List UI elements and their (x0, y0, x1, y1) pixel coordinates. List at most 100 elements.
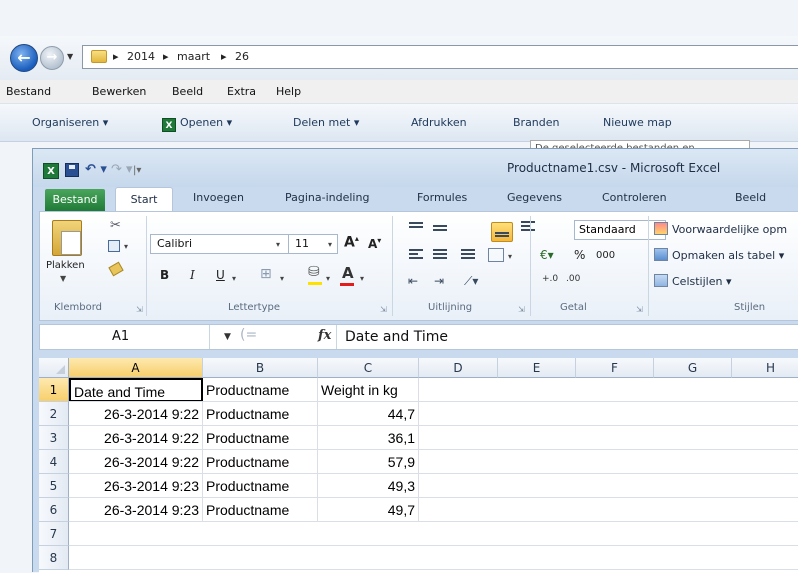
row-header-1[interactable]: 1 (39, 378, 69, 402)
select-all-button[interactable] (39, 358, 69, 378)
excel-app-icon[interactable]: X (43, 163, 59, 179)
column-header-g[interactable]: G (654, 358, 732, 378)
cell-c6[interactable]: 49,7 (318, 498, 419, 522)
tab-invoegen[interactable]: Invoegen (193, 191, 244, 204)
number-format-select[interactable]: Standaard (574, 220, 666, 240)
open-button[interactable]: X Openen ▾ (162, 116, 232, 132)
menu-help[interactable]: Help (276, 85, 301, 98)
recent-pages-dropdown-icon[interactable]: ▼ (67, 52, 73, 61)
align-right-icon[interactable] (460, 248, 476, 262)
row-header-7[interactable]: 7 (39, 522, 69, 546)
tab-start[interactable]: Start (115, 187, 173, 212)
percent-button[interactable]: % (574, 248, 585, 262)
font-size-dropdown-icon[interactable]: ▾ (328, 240, 332, 249)
underline-dropdown-icon[interactable]: ▾ (232, 274, 236, 283)
cell-c5[interactable]: 49,3 (318, 474, 419, 498)
cell-styles-button[interactable]: Celstijlen ▾ (654, 274, 732, 288)
menu-extra[interactable]: Extra (227, 85, 256, 98)
address-box[interactable]: ▸ 2014 ▸ maart ▸ 26 (82, 45, 798, 69)
thousands-button[interactable]: 000 (596, 250, 615, 261)
merge-dropdown-icon[interactable]: ▾ (508, 252, 512, 261)
fill-color-icon[interactable]: ⛁ (308, 264, 320, 280)
formula-cancel-icon[interactable]: (= (240, 327, 257, 343)
decrease-decimal-icon[interactable]: .00 (566, 274, 580, 284)
row-header-4[interactable]: 4 (39, 450, 69, 474)
cell-b4[interactable]: Productname (203, 450, 318, 474)
tab-bestand[interactable]: Bestand (45, 189, 105, 211)
font-color-dropdown-icon[interactable]: ▾ (360, 274, 364, 283)
column-header-c[interactable]: C (318, 358, 419, 378)
align-center-icon[interactable] (432, 248, 448, 262)
column-header-f[interactable]: F (576, 358, 654, 378)
bold-button[interactable]: B (160, 268, 169, 282)
italic-button[interactable]: I (190, 268, 195, 282)
burn-button[interactable]: Branden (513, 116, 560, 129)
align-middle-icon[interactable] (432, 220, 448, 234)
forward-button[interactable]: → (40, 46, 64, 70)
align-left-icon[interactable] (408, 248, 424, 262)
format-painter-icon[interactable] (108, 261, 124, 277)
cell-a6[interactable]: 26-3-2014 9:23 (69, 498, 203, 522)
increase-decimal-icon[interactable]: +.0 (542, 274, 558, 284)
cell-b3[interactable]: Productname (203, 426, 318, 450)
tab-formules[interactable]: Formules (417, 191, 467, 204)
format-as-table-button[interactable]: Opmaken als tabel ▾ (654, 248, 784, 262)
name-box-dropdown-icon[interactable]: ▼ (224, 332, 231, 342)
cell-a1[interactable]: Date and Time (69, 378, 203, 402)
cell-b5[interactable]: Productname (203, 474, 318, 498)
column-header-b[interactable]: B (203, 358, 318, 378)
borders-dropdown-icon[interactable]: ▾ (280, 274, 284, 283)
row-header-6[interactable]: 6 (39, 498, 69, 522)
formula-input[interactable]: Date and Time (336, 325, 798, 349)
cell-c4[interactable]: 57,9 (318, 450, 419, 474)
spreadsheet-grid[interactable]: A B C D E F G H 1 2 3 4 5 6 7 8 Date and… (39, 358, 798, 573)
cell-b6[interactable]: Productname (203, 498, 318, 522)
align-top-icon[interactable] (408, 220, 424, 234)
number-launcher-icon[interactable]: ⇲ (636, 305, 643, 314)
cell-a2[interactable]: 26-3-2014 9:22 (69, 402, 203, 426)
column-header-h[interactable]: H (732, 358, 798, 378)
copy-icon[interactable] (108, 240, 120, 252)
insert-function-button[interactable]: fx (318, 328, 331, 343)
font-name-dropdown-icon[interactable]: ▾ (276, 240, 280, 249)
copy-dropdown-icon[interactable]: ▾ (124, 242, 128, 251)
row-header-2[interactable]: 2 (39, 402, 69, 426)
breadcrumb-item[interactable]: maart (177, 50, 210, 63)
back-button[interactable]: ← (10, 44, 38, 72)
new-folder-button[interactable]: Nieuwe map (603, 116, 672, 129)
conditional-formatting-button[interactable]: Voorwaardelijke opm (654, 222, 787, 236)
grow-font-button[interactable]: A▴ (344, 234, 359, 251)
column-header-e[interactable]: E (498, 358, 576, 378)
share-button[interactable]: Delen met ▾ (293, 116, 359, 129)
font-color-icon[interactable]: A (342, 264, 354, 282)
name-box[interactable]: A1 (40, 325, 210, 349)
paste-button[interactable]: Plakken (46, 260, 85, 271)
cell-c1[interactable]: Weight in kg (318, 378, 419, 402)
cut-icon[interactable]: ✂ (110, 218, 121, 233)
redo-icon[interactable]: ↷ ▾ (111, 162, 133, 177)
clipboard-launcher-icon[interactable]: ⇲ (136, 305, 143, 314)
paste-icon[interactable] (52, 220, 82, 256)
row-header-3[interactable]: 3 (39, 426, 69, 450)
quick-access-dropdown-icon[interactable]: |▾ (133, 165, 141, 176)
cell-b2[interactable]: Productname (203, 402, 318, 426)
underline-button[interactable]: U (216, 268, 225, 282)
tab-controleren[interactable]: Controleren (602, 191, 667, 204)
print-button[interactable]: Afdrukken (411, 116, 467, 129)
cell-c2[interactable]: 44,7 (318, 402, 419, 426)
tab-beeld[interactable]: Beeld (735, 191, 766, 204)
row-header-8[interactable]: 8 (39, 546, 69, 570)
save-icon[interactable] (65, 163, 79, 177)
column-header-d[interactable]: D (419, 358, 498, 378)
breadcrumb-item[interactable]: 2014 (127, 50, 155, 63)
tab-pagina-indeling[interactable]: Pagina-indeling (285, 191, 369, 204)
paste-dropdown-icon[interactable]: ▼ (60, 274, 66, 283)
menu-beeld[interactable]: Beeld (172, 85, 203, 98)
cell-a3[interactable]: 26-3-2014 9:22 (69, 426, 203, 450)
font-launcher-icon[interactable]: ⇲ (380, 305, 387, 314)
wrap-text-icon[interactable] (520, 220, 536, 234)
increase-indent-icon[interactable]: ⇥ (434, 274, 444, 288)
organize-button[interactable]: Organiseren ▾ (32, 116, 108, 129)
borders-icon[interactable]: ⊞ (260, 266, 272, 282)
orientation-icon[interactable]: ⟋▾ (464, 274, 478, 289)
